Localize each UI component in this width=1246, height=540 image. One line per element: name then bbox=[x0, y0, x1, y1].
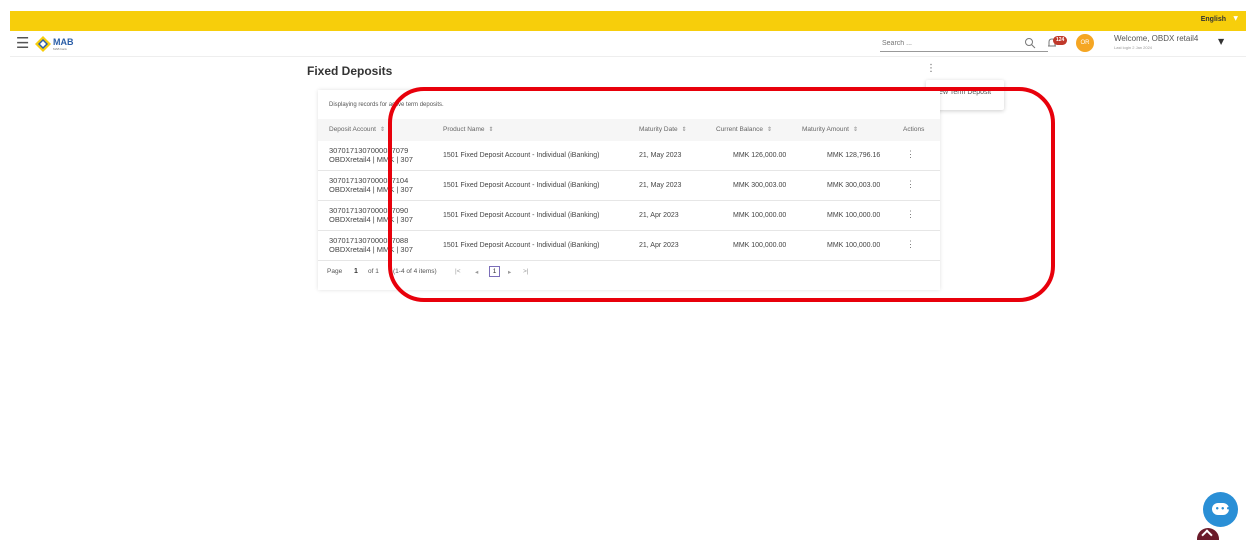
maturity-amount: MMK 128,796.16 bbox=[827, 152, 881, 159]
chat-button[interactable]: ••• bbox=[1203, 492, 1238, 527]
new-term-deposit-menu-item[interactable]: New Term Deposit bbox=[934, 89, 991, 96]
header-actions: Actions bbox=[903, 126, 925, 133]
current-balance: MMK 300,003.00 bbox=[733, 182, 787, 189]
deposit-account-number[interactable]: 3070171307000037090 bbox=[329, 206, 408, 215]
sort-icon[interactable]: ⇕ bbox=[489, 127, 494, 133]
items-count-label: (1-4 of 4 items) bbox=[393, 268, 437, 275]
header-maturity-amount[interactable]: Maturity Amount ⇕ bbox=[802, 126, 858, 133]
maturity-amount: MMK 300,003.00 bbox=[827, 182, 881, 189]
table-row: 3070171307000037079 OBDXretail4 | MMK | … bbox=[318, 141, 940, 171]
deposit-account-sub: OBDXretail4 | MMK | 307 bbox=[329, 215, 413, 224]
hamburger-menu-icon[interactable]: ☰ bbox=[16, 36, 29, 51]
pagination: Page 1 of 1 (1-4 of 4 items) |< ◂ 1 ▸ >| bbox=[327, 266, 567, 280]
row-actions-icon[interactable]: ⋮ bbox=[906, 179, 915, 190]
chat-dots-icon: ••• bbox=[1215, 505, 1232, 513]
avatar[interactable]: OR bbox=[1076, 34, 1094, 52]
page-of-label: of 1 bbox=[368, 268, 379, 275]
product-name: 1501 Fixed Deposit Account - Individual … bbox=[443, 242, 600, 249]
current-balance: MMK 100,000.00 bbox=[733, 242, 787, 249]
current-page-button[interactable]: 1 bbox=[489, 266, 500, 277]
table-row: 3070171307000037088 OBDXretail4 | MMK | … bbox=[318, 231, 940, 261]
product-name: 1501 Fixed Deposit Account - Individual … bbox=[443, 212, 600, 219]
maturity-amount: MMK 100,000.00 bbox=[827, 242, 881, 249]
maturity-amount: MMK 100,000.00 bbox=[827, 212, 881, 219]
sort-icon[interactable]: ⇕ bbox=[682, 127, 687, 133]
chevron-up-icon bbox=[1201, 529, 1213, 540]
page-number[interactable]: 1 bbox=[354, 268, 358, 275]
row-actions-icon[interactable]: ⋮ bbox=[906, 239, 915, 250]
display-info-text: Displaying records for active term depos… bbox=[329, 102, 444, 108]
header-deposit-account[interactable]: Deposit Account ⇕ bbox=[329, 126, 385, 133]
user-menu-caret-icon[interactable]: ▼ bbox=[1218, 37, 1224, 46]
mab-logo-icon bbox=[35, 36, 51, 52]
language-selector[interactable]: English bbox=[1201, 16, 1226, 23]
current-balance: MMK 100,000.00 bbox=[733, 212, 787, 219]
sort-icon[interactable]: ⇕ bbox=[853, 127, 858, 133]
previous-page-icon[interactable]: ◂ bbox=[475, 268, 478, 276]
page-label: Page bbox=[327, 268, 343, 275]
notification-badge: 124 bbox=[1053, 36, 1068, 45]
brand-name: MAB bbox=[53, 37, 74, 47]
more-options-icon[interactable]: ⋮ bbox=[926, 64, 936, 74]
welcome-text: Welcome, OBDX retail4 bbox=[1114, 34, 1199, 43]
deposit-account-number[interactable]: 3070171307000037088 bbox=[329, 236, 408, 245]
header-product-name[interactable]: Product Name ⇕ bbox=[443, 126, 494, 133]
search-input[interactable] bbox=[880, 36, 1048, 52]
chevron-down-icon[interactable]: ▼ bbox=[1233, 15, 1238, 22]
search-icon[interactable] bbox=[1024, 37, 1036, 49]
next-page-icon[interactable]: ▸ bbox=[508, 268, 511, 276]
deposit-account-sub: OBDXretail4 | MMK | 307 bbox=[329, 185, 413, 194]
last-login-text: Last login 2 Jan 2024 bbox=[1114, 45, 1153, 50]
sort-icon[interactable]: ⇕ bbox=[380, 127, 385, 133]
maturity-date: 21, May 2023 bbox=[639, 152, 682, 159]
scroll-to-top-button[interactable] bbox=[1197, 528, 1219, 540]
deposit-account-sub: OBDXretail4 | MMK | 307 bbox=[329, 245, 413, 254]
page: English ▼ ☰ MAB MAB bank 124 OR Welcome,… bbox=[0, 0, 1246, 540]
product-name: 1501 Fixed Deposit Account - Individual … bbox=[443, 182, 600, 189]
table-header: Deposit Account ⇕ Product Name ⇕ Maturity … bbox=[318, 119, 940, 141]
maturity-date: 21, May 2023 bbox=[639, 182, 682, 189]
page-title: Fixed Deposits bbox=[307, 64, 393, 78]
current-balance: MMK 126,000.00 bbox=[733, 152, 787, 159]
maturity-date: 21, Apr 2023 bbox=[639, 212, 679, 219]
product-name: 1501 Fixed Deposit Account - Individual … bbox=[443, 152, 600, 159]
maturity-date: 21, Apr 2023 bbox=[639, 242, 679, 249]
header: ☰ MAB MAB bank 124 OR Welcome, OBDX reta… bbox=[10, 31, 1246, 57]
deposit-account-number[interactable]: 3070171307000037079 bbox=[329, 146, 408, 155]
row-actions-icon[interactable]: ⋮ bbox=[906, 209, 915, 220]
sort-icon[interactable]: ⇕ bbox=[767, 127, 772, 133]
row-actions-icon[interactable]: ⋮ bbox=[906, 149, 915, 160]
brand-subtitle: MAB bank bbox=[53, 47, 67, 51]
header-maturity-date[interactable]: Maturity Date ⇕ bbox=[639, 126, 687, 133]
first-page-icon[interactable]: |< bbox=[455, 268, 460, 275]
left-margin bbox=[0, 0, 10, 540]
top-bar: English ▼ bbox=[10, 11, 1246, 31]
deposit-account-sub: OBDXretail4 | MMK | 307 bbox=[329, 155, 413, 164]
last-page-icon[interactable]: >| bbox=[523, 268, 528, 275]
deposit-account-number[interactable]: 3070171307000037104 bbox=[329, 176, 408, 185]
deposits-card: Displaying records for active term depos… bbox=[318, 90, 940, 290]
table-row: 3070171307000037104 OBDXretail4 | MMK | … bbox=[318, 171, 940, 201]
header-current-balance[interactable]: Current Balance ⇕ bbox=[716, 126, 772, 133]
table-row: 3070171307000037090 OBDXretail4 | MMK | … bbox=[318, 201, 940, 231]
